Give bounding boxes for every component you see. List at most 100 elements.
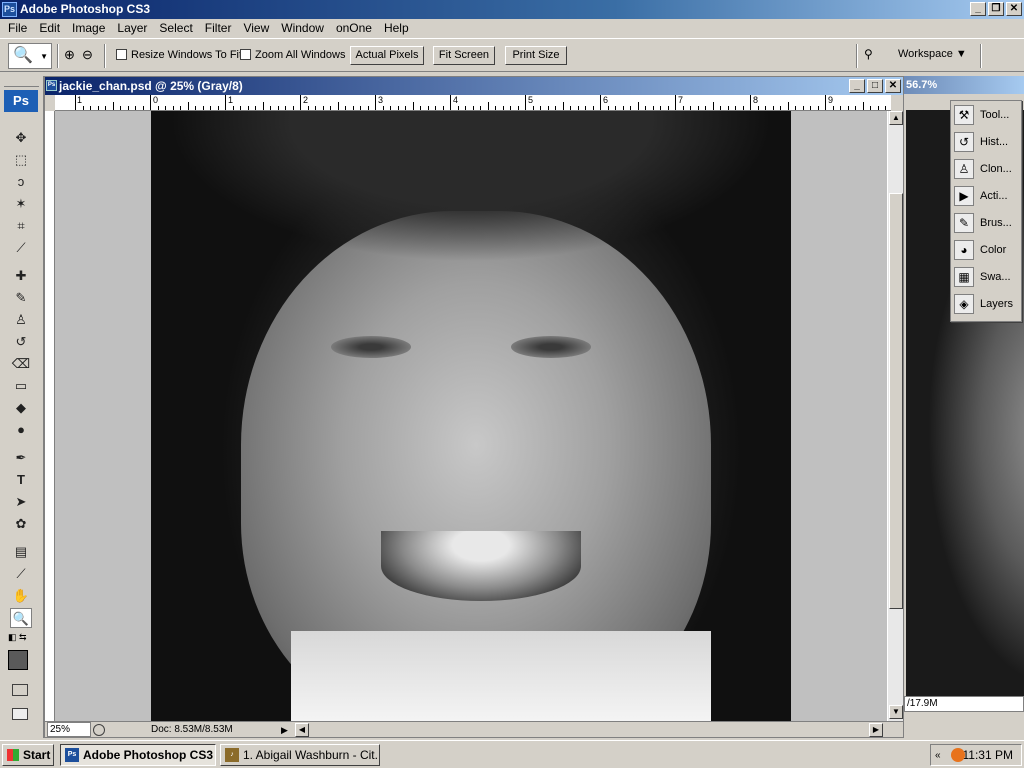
menu-file[interactable]: File (2, 19, 33, 38)
move-tool-icon[interactable]: ✥ (10, 128, 32, 148)
doc-size-label: Doc: 8.53M/8.53M (151, 724, 233, 735)
scroll-down-arrow[interactable]: ▼ (889, 705, 903, 719)
panel-brushes[interactable]: ✎ Brus... (951, 209, 1021, 236)
foreground-color-swatch[interactable] (8, 650, 28, 670)
screen-mode-icon[interactable] (12, 708, 28, 720)
zoom-in-icon[interactable]: ⊕ (64, 47, 75, 63)
scroll-left-arrow[interactable]: ◀ (295, 723, 309, 737)
checkbox-icon (240, 49, 251, 60)
start-button[interactable]: Start (2, 744, 54, 766)
close-button[interactable]: ✕ (1006, 2, 1022, 16)
hand-tool-icon[interactable]: ✋ (10, 586, 32, 606)
toolbox-grip[interactable] (4, 78, 39, 87)
shape-tool-icon[interactable]: ✿ (10, 514, 32, 534)
healing-brush-icon[interactable]: ✚ (10, 266, 32, 286)
doc-close-button[interactable]: ✕ (885, 79, 901, 93)
type-tool-icon[interactable]: T (10, 470, 32, 490)
doc-maximize-button[interactable]: □ (867, 79, 883, 93)
blur-tool-icon[interactable]: ◆ (10, 398, 32, 418)
zoom-level-field[interactable]: 25% (47, 722, 91, 737)
bridge-icon[interactable]: ⚲ (864, 47, 886, 65)
photoshop-logo[interactable]: Ps (4, 90, 38, 112)
taskbar-photoshop[interactable]: Ps Adobe Photoshop CS3 (60, 744, 216, 766)
panel-history[interactable]: ↺ Hist... (951, 128, 1021, 155)
history-brush-icon[interactable]: ↺ (10, 332, 32, 352)
document-title-bar[interactable]: Ps jackie_chan.psd @ 25% (Gray/8) _ □ ✕ (45, 77, 903, 95)
lasso-tool-icon[interactable]: ↄ (10, 172, 32, 192)
canvas-area[interactable] (55, 111, 887, 721)
quick-mask-icon[interactable] (12, 684, 28, 696)
menu-help[interactable]: Help (378, 19, 415, 38)
default-colors-icon[interactable]: ◧ ⇆ (8, 632, 27, 643)
menu-window[interactable]: Window (275, 19, 330, 38)
restore-button[interactable]: ❐ (988, 2, 1004, 16)
brush-tool-icon[interactable]: ✎ (10, 288, 32, 308)
doc-minimize-button[interactable]: _ (849, 79, 865, 93)
magic-wand-tool-icon[interactable]: ✶ (10, 194, 32, 214)
menu-onone[interactable]: onOne (330, 19, 378, 38)
vertical-scrollbar[interactable]: ▲ ▼ (887, 111, 903, 721)
ruler-tick (592, 106, 594, 110)
actual-pixels-button[interactable]: Actual Pixels (350, 46, 424, 65)
panel-swatches[interactable]: ▦ Swa... (951, 263, 1021, 290)
tool-preset-picker[interactable]: 🔍 ▼ (8, 43, 52, 69)
status-arrow-icon[interactable]: ▶ (281, 722, 288, 738)
taskbar-music-player[interactable]: ♪ 1. Abigail Washburn - Cit... (220, 744, 380, 766)
slice-tool-icon[interactable]: ⟋ (10, 238, 32, 258)
panel-layers[interactable]: ◈ Layers (951, 290, 1021, 317)
fit-screen-button[interactable]: Fit Screen (433, 46, 495, 65)
ruler-tick (862, 102, 864, 110)
minimize-button[interactable]: _ (970, 2, 986, 16)
panel-color[interactable]: ◕ Color (951, 236, 1021, 263)
menu-image[interactable]: Image (66, 19, 111, 38)
menu-layer[interactable]: Layer (111, 19, 153, 38)
ruler-tick (757, 106, 759, 110)
eraser-tool-icon[interactable]: ⌫ (10, 354, 32, 374)
ruler-tick (270, 106, 271, 110)
pen-tool-icon[interactable]: ✒ (10, 448, 32, 468)
ruler-tick (217, 106, 219, 110)
ruler-tick (277, 106, 279, 110)
zoom-out-icon[interactable]: ⊖ (82, 47, 93, 63)
menu-view[interactable]: View (237, 19, 275, 38)
scroll-right-arrow[interactable]: ▶ (869, 723, 883, 737)
scroll-up-arrow[interactable]: ▲ (889, 111, 903, 125)
vertical-ruler[interactable] (45, 111, 55, 721)
status-menu-icon[interactable] (93, 724, 105, 736)
ruler-tick (112, 102, 114, 110)
stamp-tool-icon[interactable]: ♙ (10, 310, 32, 330)
ruler-tick (855, 106, 856, 110)
zoom-tool-icon[interactable]: 🔍 (10, 608, 32, 628)
scroll-thumb[interactable] (889, 193, 903, 609)
document-window: Ps jackie_chan.psd @ 25% (Gray/8) _ □ ✕ … (44, 76, 904, 738)
marquee-tool-icon[interactable]: ⬚ (10, 150, 32, 170)
notes-tool-icon[interactable]: ▤ (10, 542, 32, 562)
second-document-title[interactable]: 56.7% (904, 76, 1024, 94)
ruler-tick (180, 106, 181, 110)
eyedropper-tool-icon[interactable]: ⟋ (10, 564, 32, 584)
crop-tool-icon[interactable]: ⌗ (10, 216, 32, 236)
print-size-button[interactable]: Print Size (505, 46, 567, 65)
tray-app-icon[interactable] (951, 748, 965, 762)
panel-tool-presets[interactable]: ⚒ Tool... (951, 101, 1021, 128)
gradient-tool-icon[interactable]: ▭ (10, 376, 32, 396)
path-select-icon[interactable]: ➤ (10, 492, 32, 512)
chevron-left-icon[interactable]: « (935, 746, 941, 766)
workspace-menu[interactable]: Workspace ▼ (898, 48, 967, 60)
dodge-tool-icon[interactable]: ● (10, 420, 32, 440)
ruler-tick (532, 106, 534, 110)
ruler-tick (75, 95, 76, 110)
menu-select[interactable]: Select (153, 19, 198, 38)
document-icon: Ps (46, 80, 57, 91)
resize-windows-checkbox[interactable]: Resize Windows To Fit (116, 48, 242, 63)
panel-clone-source[interactable]: ♙ Clon... (951, 155, 1021, 182)
zoom-all-checkbox[interactable]: Zoom All Windows (240, 48, 345, 63)
horizontal-ruler[interactable]: 1 0 1 2 3 4 5 6 7 8 9 (55, 95, 891, 111)
menu-edit[interactable]: Edit (33, 19, 66, 38)
ruler-tick (187, 102, 189, 110)
panel-actions[interactable]: ▶ Acti... (951, 182, 1021, 209)
menu-filter[interactable]: Filter (199, 19, 238, 38)
photoshop-icon: Ps (65, 748, 79, 762)
second-document-zoom: 56.7% (906, 79, 938, 91)
ruler-tick (202, 106, 204, 110)
